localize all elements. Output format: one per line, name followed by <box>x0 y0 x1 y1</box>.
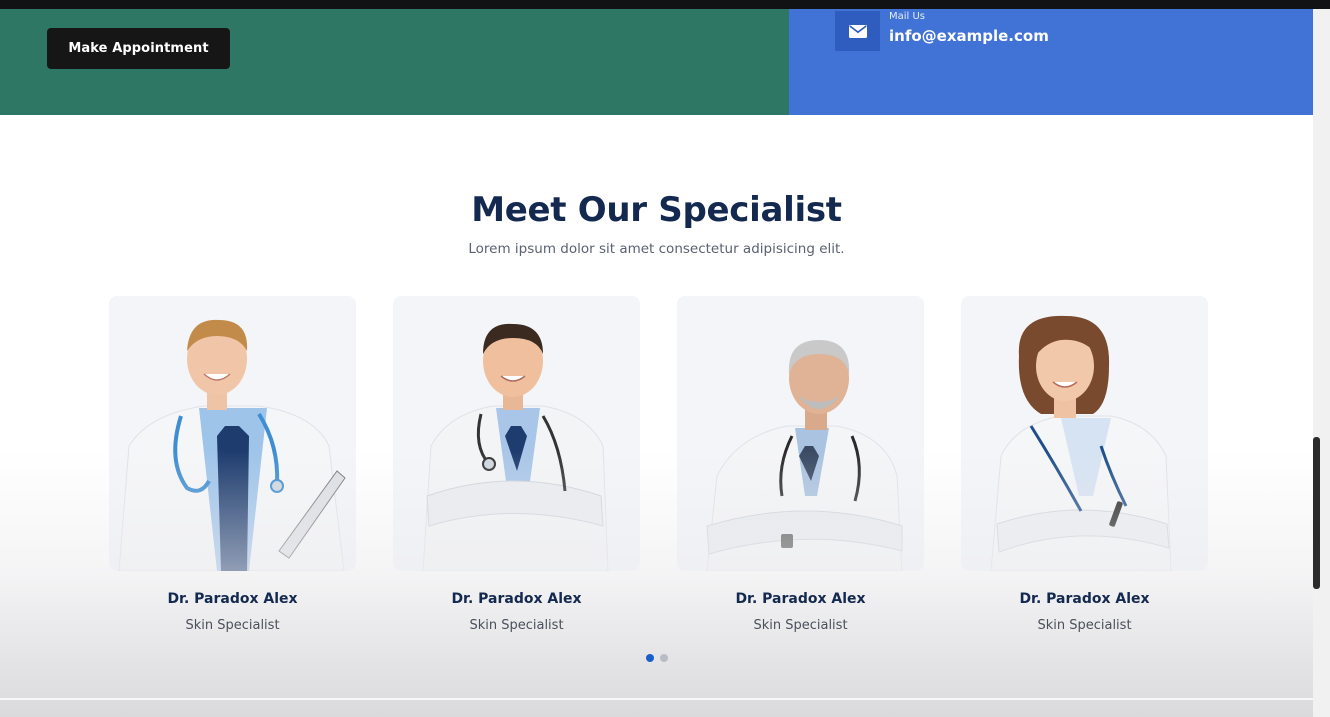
mail-us-label: Mail Us <box>889 11 926 22</box>
doctor-role: Skin Specialist <box>1037 618 1132 633</box>
carousel-dot-1[interactable] <box>646 654 654 662</box>
envelope-icon <box>835 11 880 51</box>
doctor-card[interactable] <box>109 296 356 571</box>
doctor-role: Skin Specialist <box>185 618 280 633</box>
doctor-name[interactable]: Dr. Paradox Alex <box>393 591 640 607</box>
scrollbar-track[interactable] <box>1313 9 1330 717</box>
window-top-bar <box>0 0 1330 9</box>
section-title: Meet Our Specialist <box>471 190 842 230</box>
doctor-photo <box>422 323 609 571</box>
doctor-photo <box>990 315 1172 571</box>
doctor-name[interactable]: Dr. Paradox Alex <box>109 591 356 607</box>
video-progress-bar[interactable] <box>0 698 1313 700</box>
doctor-photo <box>706 340 903 571</box>
contact-email-link[interactable]: info@example.com <box>889 27 1049 45</box>
doctor-role: Skin Specialist <box>753 618 848 633</box>
doctor-photo <box>118 319 346 571</box>
doctor-card[interactable] <box>961 296 1208 571</box>
scrollbar-thumb[interactable] <box>1313 437 1320 589</box>
carousel-pagination <box>646 654 668 662</box>
carousel-dot-2[interactable] <box>660 654 668 662</box>
doctor-card[interactable] <box>393 296 640 571</box>
doctor-name[interactable]: Dr. Paradox Alex <box>677 591 924 607</box>
doctor-card[interactable] <box>677 296 924 571</box>
section-subtitle: Lorem ipsum dolor sit amet consectetur a… <box>468 241 845 257</box>
doctor-role: Skin Specialist <box>469 618 564 633</box>
doctor-name[interactable]: Dr. Paradox Alex <box>961 591 1208 607</box>
make-appointment-button[interactable]: Make Appointment <box>47 28 230 69</box>
